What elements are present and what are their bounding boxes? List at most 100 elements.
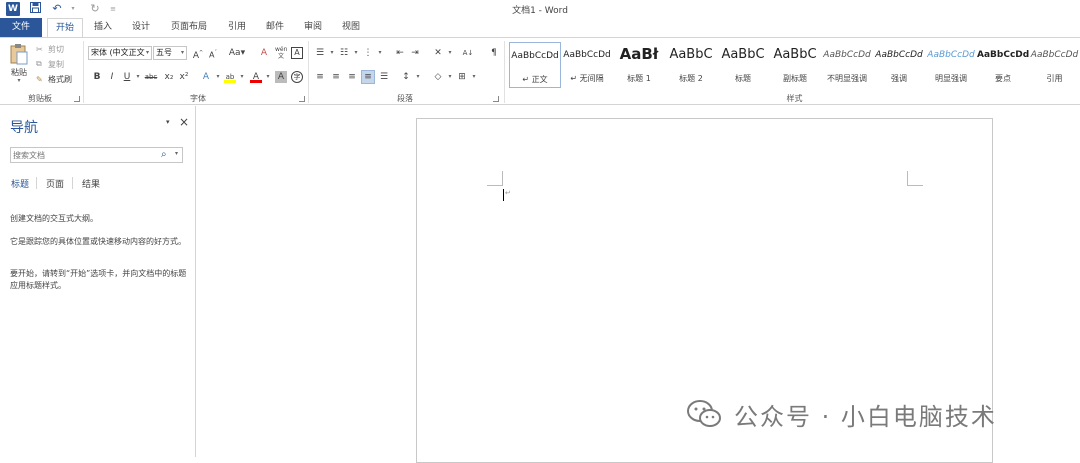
chinese-layout-icon[interactable]: ✕ xyxy=(432,47,444,59)
distributed-icon[interactable]: ☰ xyxy=(378,71,390,83)
shading-dropdown-icon[interactable]: ▾ xyxy=(444,71,456,83)
style-subtitle[interactable]: AaBbC 副标题 xyxy=(769,42,821,88)
show-formatting-icon[interactable]: ¶ xyxy=(488,47,500,59)
multilevel-list-icon[interactable]: ⋮ xyxy=(362,47,374,59)
tab-headings[interactable]: 标题 xyxy=(11,177,29,190)
nav-message: 它是跟踪您的具体位置或快速移动内容的好方式。 xyxy=(10,237,186,246)
chinese-layout-dropdown-icon[interactable]: ▾ xyxy=(444,47,456,59)
font-size-combo[interactable]: 五号 ▾ xyxy=(153,46,187,60)
increase-indent-icon[interactable]: ⇥ xyxy=(409,47,421,59)
grow-font-icon[interactable]: A^ xyxy=(192,47,204,61)
paste-dropdown-icon[interactable]: ▾ xyxy=(8,77,30,84)
character-shading-icon[interactable]: A xyxy=(275,71,287,83)
italic-button[interactable]: I xyxy=(106,71,118,83)
cut-button[interactable]: ✂ 剪切 xyxy=(36,42,64,56)
numbering-dropdown-icon[interactable]: ▾ xyxy=(350,47,362,59)
character-border-icon[interactable]: A xyxy=(291,47,303,59)
format-painter-label: 格式刷 xyxy=(48,74,72,84)
divider xyxy=(36,177,37,189)
copy-icon: ⧉ xyxy=(36,59,42,68)
search-input[interactable] xyxy=(13,149,153,161)
style-no-spacing[interactable]: AaBbCcDd ↵ 无间隔 xyxy=(561,42,613,88)
style-quote[interactable]: AaBbCcDd 引用 xyxy=(1029,42,1080,88)
tab-layout[interactable]: 页面布局 xyxy=(164,18,214,37)
style-preview: AaBbCcDd xyxy=(875,50,923,60)
paste-icon xyxy=(10,44,28,65)
bold-button[interactable]: B xyxy=(91,71,103,83)
style-name: ↵ 无间隔 xyxy=(570,74,604,83)
style-preview: AaBbCcDd xyxy=(823,50,871,60)
style-name: 标题 2 xyxy=(679,74,703,83)
style-emphasis[interactable]: AaBbCcDd 强调 xyxy=(873,42,925,88)
style-heading-1[interactable]: AaBł 标题 1 xyxy=(613,42,665,88)
highlight-icon[interactable]: ab xyxy=(224,71,236,83)
copy-button[interactable]: ⧉ 复制 xyxy=(36,57,64,71)
style-intense-emphasis[interactable]: AaBbCcDd 明显强调 xyxy=(925,42,977,88)
shrink-font-icon[interactable]: Aˇ xyxy=(207,47,219,60)
enclose-characters-icon[interactable]: 字 xyxy=(291,71,303,83)
tab-pages[interactable]: 页面 xyxy=(46,177,64,190)
style-normal[interactable]: AaBbCcDd ↵ 正文 xyxy=(509,42,561,88)
tab-design[interactable]: 设计 xyxy=(124,18,158,37)
tab-insert[interactable]: 插入 xyxy=(86,18,120,37)
highlight-dropdown-icon[interactable]: ▾ xyxy=(236,71,248,83)
style-title[interactable]: AaBbC 标题 xyxy=(717,42,769,88)
style-heading-2[interactable]: AaBbC 标题 2 xyxy=(665,42,717,88)
clear-formatting-icon[interactable]: A xyxy=(258,47,270,59)
numbering-icon[interactable]: ☷ xyxy=(338,47,350,59)
tab-review[interactable]: 审阅 xyxy=(296,18,330,37)
bullets-dropdown-icon[interactable]: ▾ xyxy=(326,47,338,59)
font-color-dropdown-icon[interactable]: ▾ xyxy=(262,71,274,83)
borders-icon[interactable]: ⊞ xyxy=(456,71,468,83)
ribbon-tabs: 文件 开始 插入 设计 页面布局 引用 邮件 审阅 视图 xyxy=(0,18,1080,38)
font-launcher-icon[interactable] xyxy=(299,96,305,102)
paragraph-launcher-icon[interactable] xyxy=(493,96,499,102)
style-subtle-emphasis[interactable]: AaBbCcDd 不明显强调 xyxy=(821,42,873,88)
font-name-value: 宋体 (中文正文 xyxy=(91,48,145,57)
align-center-icon[interactable]: ≡ xyxy=(330,71,342,83)
divider xyxy=(308,41,309,103)
tab-results[interactable]: 结果 xyxy=(82,177,100,190)
nav-search-box: ⌕ ▾ xyxy=(10,147,183,163)
scissors-icon: ✂ xyxy=(36,44,43,54)
text-cursor xyxy=(503,189,504,201)
align-right-icon[interactable]: ≡ xyxy=(346,71,358,83)
tab-view[interactable]: 视图 xyxy=(334,18,368,37)
tab-home[interactable]: 开始 xyxy=(47,18,83,38)
strikethrough-button[interactable]: abc xyxy=(143,71,159,83)
tab-file[interactable]: 文件 xyxy=(0,18,42,37)
text-effects-dropdown-icon[interactable]: ▾ xyxy=(212,71,224,83)
font-color-icon[interactable]: A xyxy=(250,71,262,83)
shading-icon[interactable]: ◇ xyxy=(432,71,444,83)
superscript-button[interactable]: x² xyxy=(178,71,190,83)
clipboard-launcher-icon[interactable] xyxy=(74,96,80,102)
justify-icon[interactable]: ≡ xyxy=(361,70,375,84)
line-spacing-icon[interactable]: ↕ xyxy=(400,71,412,83)
phonetic-guide-icon[interactable]: wén 文 xyxy=(275,46,287,60)
close-icon[interactable]: × xyxy=(179,115,189,129)
line-spacing-dropdown-icon[interactable]: ▾ xyxy=(412,71,424,83)
multilevel-dropdown-icon[interactable]: ▾ xyxy=(374,47,386,59)
style-name: 标题 1 xyxy=(627,74,651,83)
style-preview: AaBbCcDd xyxy=(977,50,1029,60)
tab-references[interactable]: 引用 xyxy=(220,18,254,37)
margin-mark xyxy=(907,171,908,186)
format-painter-button[interactable]: ✎ 格式刷 xyxy=(36,72,72,86)
borders-dropdown-icon[interactable]: ▾ xyxy=(468,71,480,83)
text-effects-icon[interactable]: A xyxy=(200,71,212,83)
tab-mailings[interactable]: 邮件 xyxy=(258,18,292,37)
search-icon[interactable]: ⌕ xyxy=(161,149,167,160)
divider xyxy=(504,41,505,103)
decrease-indent-icon[interactable]: ⇤ xyxy=(394,47,406,59)
paste-button[interactable]: 粘贴 ▾ xyxy=(8,43,30,93)
subscript-button[interactable]: x₂ xyxy=(163,71,175,83)
align-left-icon[interactable]: ≡ xyxy=(314,71,326,83)
search-dropdown-icon[interactable]: ▾ xyxy=(175,150,178,157)
font-name-combo[interactable]: 宋体 (中文正文 ▾ xyxy=(88,46,152,60)
change-case-icon[interactable]: Aa▾ xyxy=(228,47,246,59)
nav-pane-options-icon[interactable]: ▾ xyxy=(166,118,170,126)
bullets-icon[interactable]: ☰ xyxy=(314,47,326,59)
style-strong[interactable]: AaBbCcDd 要点 xyxy=(977,42,1029,88)
sort-icon[interactable]: A↓ xyxy=(462,47,474,59)
divider xyxy=(72,177,73,189)
